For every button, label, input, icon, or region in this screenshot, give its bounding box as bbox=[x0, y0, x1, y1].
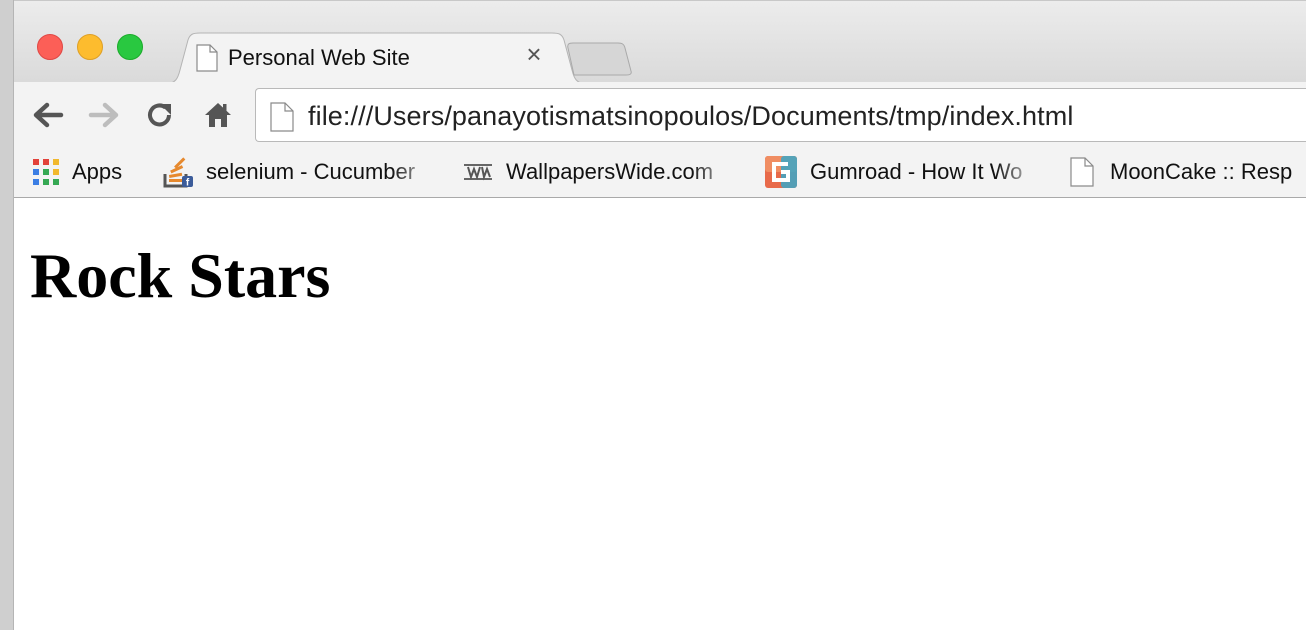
page-content: Rock Stars bbox=[14, 199, 1306, 630]
forward-button[interactable] bbox=[86, 97, 122, 133]
minimize-window-button[interactable] bbox=[77, 34, 103, 60]
page-icon bbox=[270, 102, 294, 137]
bookmark-mooncake[interactable]: MoonCake :: Resp bbox=[1070, 154, 1292, 190]
bookmark-label: Gumroad - How It Wo bbox=[810, 159, 1023, 184]
tab-title: Personal Web Site bbox=[228, 45, 410, 70]
home-icon bbox=[205, 103, 231, 127]
bookmark-wallpaperswide[interactable]: WallpapersWide.com bbox=[462, 154, 738, 190]
address-bar[interactable]: file:///Users/panayotismatsinopoulos/Doc… bbox=[255, 88, 1306, 142]
tab-close-icon[interactable]: × bbox=[524, 41, 544, 67]
tab-strip: Personal Web Site × bbox=[14, 0, 1306, 84]
forward-arrow-icon bbox=[88, 102, 119, 128]
page-heading: Rock Stars bbox=[30, 240, 331, 311]
maximize-window-button[interactable] bbox=[117, 34, 143, 60]
browser-window: Personal Web Site × file:///Users/panayo… bbox=[0, 0, 1306, 630]
close-window-button[interactable] bbox=[37, 34, 63, 60]
window-edge bbox=[0, 0, 14, 630]
home-button[interactable] bbox=[200, 97, 236, 133]
page-icon bbox=[196, 44, 218, 77]
bookmark-label: WallpapersWide.com bbox=[506, 159, 714, 184]
reload-button[interactable] bbox=[142, 97, 178, 133]
bookmark-gumroad[interactable]: Gumroad - How It Wo bbox=[764, 154, 1042, 190]
tab-personal-web-site[interactable]: Personal Web Site × bbox=[164, 32, 588, 84]
bookmark-apps[interactable]: Apps bbox=[32, 154, 122, 190]
bookmarks-bar: Apps f selenium - Cucumber WallpapersWid… bbox=[14, 148, 1306, 198]
url-text[interactable]: file:///Users/panayotismatsinopoulos/Doc… bbox=[308, 101, 1073, 132]
bookmark-label: MoonCake :: Resp bbox=[1110, 159, 1293, 184]
bookmark-label: Apps bbox=[72, 159, 123, 184]
gumroad-icon bbox=[765, 156, 797, 188]
stackoverflow-icon: f bbox=[163, 157, 193, 188]
back-arrow-icon bbox=[33, 102, 64, 128]
apps-grid-icon bbox=[33, 159, 59, 185]
navigation-toolbar: file:///Users/panayotismatsinopoulos/Doc… bbox=[14, 82, 1306, 148]
reload-icon bbox=[148, 103, 171, 127]
bookmark-selenium-cucumber[interactable]: f selenium - Cucumber bbox=[162, 154, 438, 190]
bookmark-label: selenium - Cucumber bbox=[206, 159, 416, 184]
page-icon bbox=[1070, 157, 1094, 187]
back-button[interactable] bbox=[30, 97, 66, 133]
new-tab-button[interactable] bbox=[566, 42, 632, 76]
wallpaperswide-icon bbox=[464, 164, 492, 181]
